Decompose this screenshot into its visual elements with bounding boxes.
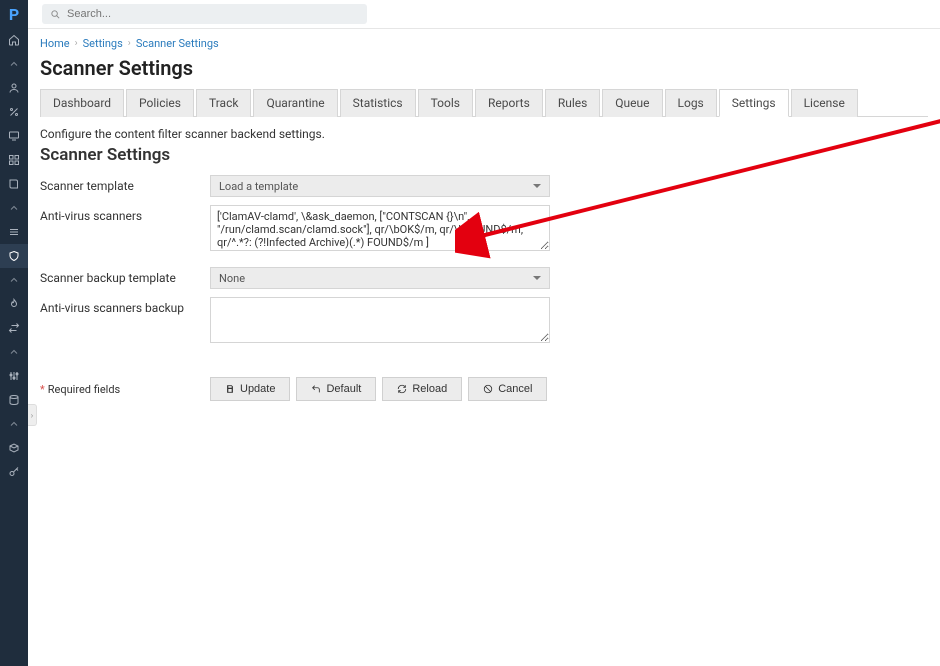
tab-rules[interactable]: Rules (545, 89, 600, 117)
search-input-wrap[interactable] (42, 4, 367, 24)
undo-icon (311, 384, 321, 394)
tab-queue[interactable]: Queue (602, 89, 662, 117)
caret-down-icon (533, 184, 541, 188)
tab-policies[interactable]: Policies (126, 89, 194, 117)
update-button[interactable]: Update (210, 377, 290, 401)
breadcrumb-sep: › (75, 38, 78, 49)
tab-quarantine[interactable]: Quarantine (253, 89, 337, 117)
caret-down-icon (533, 276, 541, 280)
search-icon (50, 9, 61, 20)
sidebar-item-flame[interactable] (0, 292, 28, 316)
sidebar-item-shield[interactable] (0, 244, 28, 268)
tab-reports[interactable]: Reports (475, 89, 543, 117)
sidebar-item-grid[interactable] (0, 148, 28, 172)
label-av-scanners: Anti-virus scanners (40, 205, 210, 223)
cancel-button[interactable]: Cancel (468, 377, 547, 401)
sidebar-chevron-2[interactable] (0, 196, 28, 220)
sidebar-item-book[interactable] (0, 172, 28, 196)
sidebar-item-box[interactable] (0, 436, 28, 460)
sidebar-chevron[interactable] (0, 52, 28, 76)
sidebar-item-user[interactable] (0, 76, 28, 100)
sidebar-item-percent[interactable] (0, 100, 28, 124)
required-note: *Required fields (40, 383, 210, 396)
tabs: DashboardPoliciesTrackQuarantineStatisti… (40, 88, 928, 117)
cancel-icon (483, 384, 493, 394)
tab-license[interactable]: License (791, 89, 858, 117)
sidebar: P (0, 0, 28, 666)
reload-button[interactable]: Reload (382, 377, 462, 401)
select-backup-template-value: None (219, 272, 245, 285)
sidebar-item-db[interactable] (0, 388, 28, 412)
default-button[interactable]: Default (296, 377, 376, 401)
sidebar-item-key[interactable] (0, 460, 28, 484)
breadcrumb: Home › Settings › Scanner Settings (40, 29, 928, 54)
sidebar-expand-toggle[interactable]: › (28, 404, 37, 426)
breadcrumb-scanner[interactable]: Scanner Settings (136, 37, 219, 50)
sidebar-chevron-5[interactable] (0, 412, 28, 436)
tab-description: Configure the content filter scanner bac… (40, 127, 928, 141)
section-title: Scanner Settings (40, 145, 928, 165)
label-backup-template: Scanner backup template (40, 267, 210, 285)
breadcrumb-settings[interactable]: Settings (83, 37, 123, 50)
page-title: Scanner Settings (40, 56, 928, 80)
sidebar-chevron-3[interactable] (0, 268, 28, 292)
textarea-av-backup[interactable] (210, 297, 550, 343)
sidebar-item-exchange[interactable] (0, 316, 28, 340)
sidebar-item-bars[interactable] (0, 220, 28, 244)
tab-track[interactable]: Track (196, 89, 251, 117)
breadcrumb-home[interactable]: Home (40, 37, 70, 50)
sidebar-chevron-4[interactable] (0, 340, 28, 364)
logo: P (0, 0, 28, 28)
tab-logs[interactable]: Logs (665, 89, 717, 117)
topbar (28, 0, 940, 28)
label-scanner-template: Scanner template (40, 175, 210, 193)
label-av-backup: Anti-virus scanners backup (40, 297, 210, 315)
sidebar-item-sliders[interactable] (0, 364, 28, 388)
select-scanner-template-value: Load a template (219, 180, 298, 193)
save-icon (225, 384, 235, 394)
reload-icon (397, 384, 407, 394)
tab-statistics[interactable]: Statistics (340, 89, 416, 117)
textarea-av-scanners[interactable] (210, 205, 550, 251)
select-scanner-template[interactable]: Load a template (210, 175, 550, 197)
breadcrumb-sep: › (128, 38, 131, 49)
tab-dashboard[interactable]: Dashboard (40, 89, 124, 117)
select-backup-template[interactable]: None (210, 267, 550, 289)
tab-tools[interactable]: Tools (418, 89, 473, 117)
sidebar-item-home[interactable] (0, 28, 28, 52)
tab-settings[interactable]: Settings (719, 89, 789, 117)
main: Home › Settings › Scanner Settings Scann… (28, 0, 940, 666)
sidebar-item-monitor[interactable] (0, 124, 28, 148)
content: Home › Settings › Scanner Settings Scann… (28, 28, 940, 421)
search-input[interactable] (67, 8, 359, 20)
